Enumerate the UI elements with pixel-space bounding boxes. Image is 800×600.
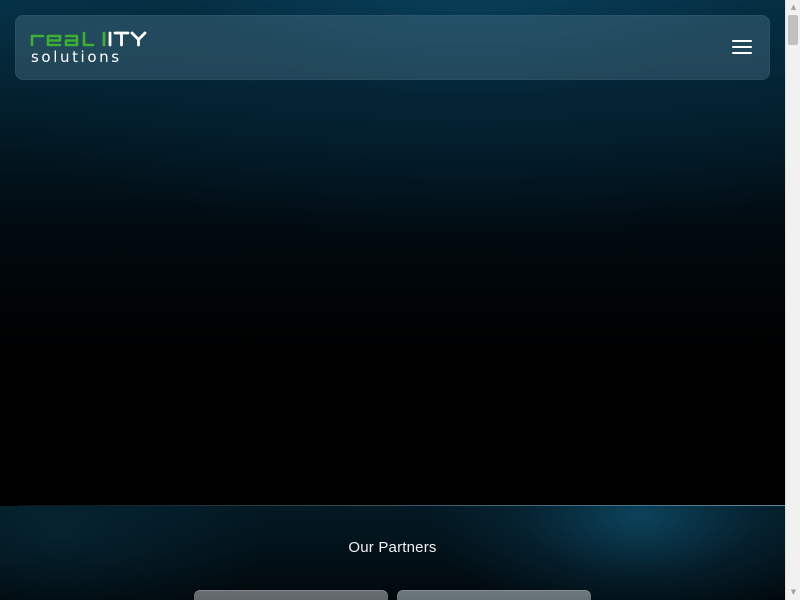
- hamburger-line-icon: [732, 40, 752, 42]
- partners-heading: Our Partners: [348, 539, 437, 556]
- hamburger-line-icon: [732, 52, 752, 54]
- page-viewport: solutions Our Partners: [0, 0, 785, 600]
- partners-section: Our Partners: [0, 506, 785, 600]
- partner-card[interactable]: [194, 590, 388, 600]
- vertical-scrollbar[interactable]: ▲ ▼: [785, 0, 800, 600]
- reality-solutions-logo[interactable]: solutions: [30, 31, 152, 65]
- scroll-up-icon[interactable]: ▲: [786, 0, 800, 15]
- logo-subtitle: solutions: [31, 48, 122, 65]
- hamburger-line-icon: [732, 46, 752, 48]
- scrollbar-thumb[interactable]: [788, 15, 798, 45]
- logo-graphic: solutions: [30, 31, 147, 65]
- scroll-down-icon[interactable]: ▼: [786, 585, 800, 600]
- hamburger-menu-button[interactable]: [728, 34, 756, 60]
- partner-card[interactable]: [397, 590, 591, 600]
